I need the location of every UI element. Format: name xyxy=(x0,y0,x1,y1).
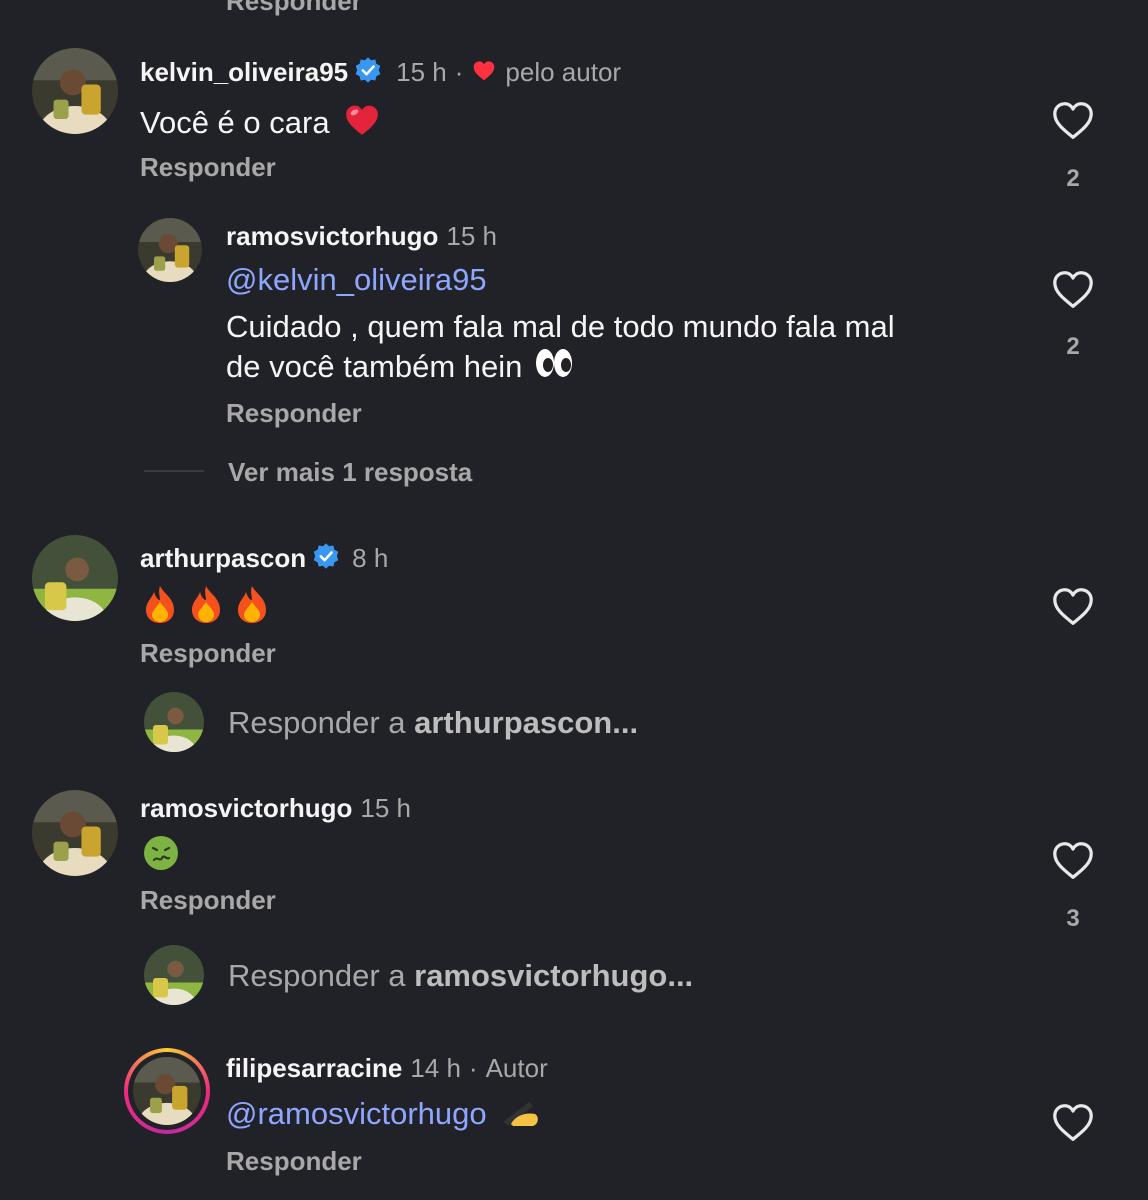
reply-button[interactable]: Responder xyxy=(226,1146,362,1177)
reply-to-username: ramosvictorhugo... xyxy=(414,958,694,993)
mention-link[interactable]: @kelvin_oliveira95 xyxy=(226,262,487,298)
reply-text-line2: de você também hein xyxy=(226,349,523,384)
username-arthurpascon[interactable]: arthurpascon xyxy=(140,543,306,574)
reply-button[interactable]: Responder xyxy=(226,398,362,429)
nauseated-face-emoji xyxy=(142,834,180,877)
avatar-filipesarracine xyxy=(133,1057,201,1125)
comment-time: 15 h xyxy=(446,220,497,251)
heart-outline-icon[interactable] xyxy=(1050,838,1096,884)
avatar-ramosvictorhugo[interactable] xyxy=(138,218,202,282)
reply-to-input[interactable]: Responder a ramosvictorhugo... xyxy=(228,958,693,994)
reply-mention-row: @ramosvictorhugo xyxy=(226,1094,541,1133)
reply-header-ramos: ramosvictorhugo 15 h xyxy=(226,220,497,252)
fire-emoji xyxy=(234,584,270,629)
reply-button[interactable]: Responder xyxy=(140,152,276,183)
comment-header-arthurpascon: arthurpascon 8 h xyxy=(140,542,388,574)
comment-time: 8 h xyxy=(352,542,389,573)
comment-text-kelvin: Você é o cara xyxy=(140,100,382,146)
reply-button[interactable]: Responder xyxy=(140,638,276,669)
heart-outline-icon[interactable] xyxy=(1050,584,1096,630)
reply-button-top[interactable]: Responder xyxy=(226,0,362,17)
view-more-replies-button[interactable]: Ver mais 1 resposta xyxy=(228,457,472,488)
author-badge: Autor xyxy=(485,1052,548,1083)
comment-fire-emojis xyxy=(142,584,270,629)
verified-badge-icon xyxy=(312,542,340,575)
story-ring[interactable] xyxy=(124,1048,210,1134)
reply-to-input[interactable]: Responder a arthurpascon... xyxy=(228,705,638,741)
comment-time: 15 h xyxy=(360,792,411,823)
my-avatar xyxy=(144,945,204,1005)
my-avatar xyxy=(144,692,204,752)
like-count: 3 xyxy=(1066,905,1080,932)
reply-to-username: arthurpascon... xyxy=(414,705,639,740)
username-filipesarracine[interactable]: filipesarracine xyxy=(226,1053,402,1084)
username-ramosvictorhugo[interactable]: ramosvictorhugo xyxy=(226,221,438,252)
verified-badge-icon xyxy=(354,56,382,89)
comment-time: 15 h xyxy=(396,56,447,87)
liked-by-author-label: pelo autor xyxy=(505,56,622,87)
reply-text-line1: Cuidado , quem fala mal de todo mundo fa… xyxy=(226,309,895,344)
reply-to-prefix: Responder a xyxy=(228,958,415,993)
thread-line xyxy=(144,470,204,472)
heart-outline-icon[interactable] xyxy=(1050,98,1096,144)
reply-to-prefix: Responder a xyxy=(228,705,415,740)
heart-outline-icon[interactable] xyxy=(1050,1100,1096,1146)
comment-time: 14 h xyxy=(410,1052,461,1083)
reply-text-line2-row: de você também hein xyxy=(226,346,574,388)
avatar-kelvin[interactable] xyxy=(32,48,118,134)
like-count: 2 xyxy=(1066,165,1080,192)
mention-link[interactable]: @ramosvictorhugo xyxy=(226,1096,487,1132)
red-heart-icon xyxy=(471,58,497,87)
comment-text: Você é o cara xyxy=(140,105,330,140)
comment-header-ramos: ramosvictorhugo 15 h xyxy=(140,792,411,824)
writing-hand-emoji xyxy=(499,1094,541,1133)
heart-outline-icon[interactable] xyxy=(1050,267,1096,313)
avatar-ramosvictorhugo[interactable] xyxy=(32,790,118,876)
reply-button[interactable]: Responder xyxy=(140,885,276,916)
red-heart-emoji xyxy=(342,100,382,146)
meta-separator: · xyxy=(454,56,464,87)
username-kelvin[interactable]: kelvin_oliveira95 xyxy=(140,57,348,88)
reply-header-filipe: filipesarracine 14 h · Autor xyxy=(226,1052,548,1084)
avatar-arthurpascon[interactable] xyxy=(32,535,118,621)
fire-emoji xyxy=(188,584,224,629)
eyes-emoji xyxy=(534,346,574,388)
meta-separator: · xyxy=(468,1052,478,1083)
username-ramosvictorhugo[interactable]: ramosvictorhugo xyxy=(140,793,352,824)
fire-emoji xyxy=(142,584,178,629)
comment-header-kelvin: kelvin_oliveira95 15 h · pelo autor xyxy=(140,56,621,88)
like-count: 2 xyxy=(1066,333,1080,360)
